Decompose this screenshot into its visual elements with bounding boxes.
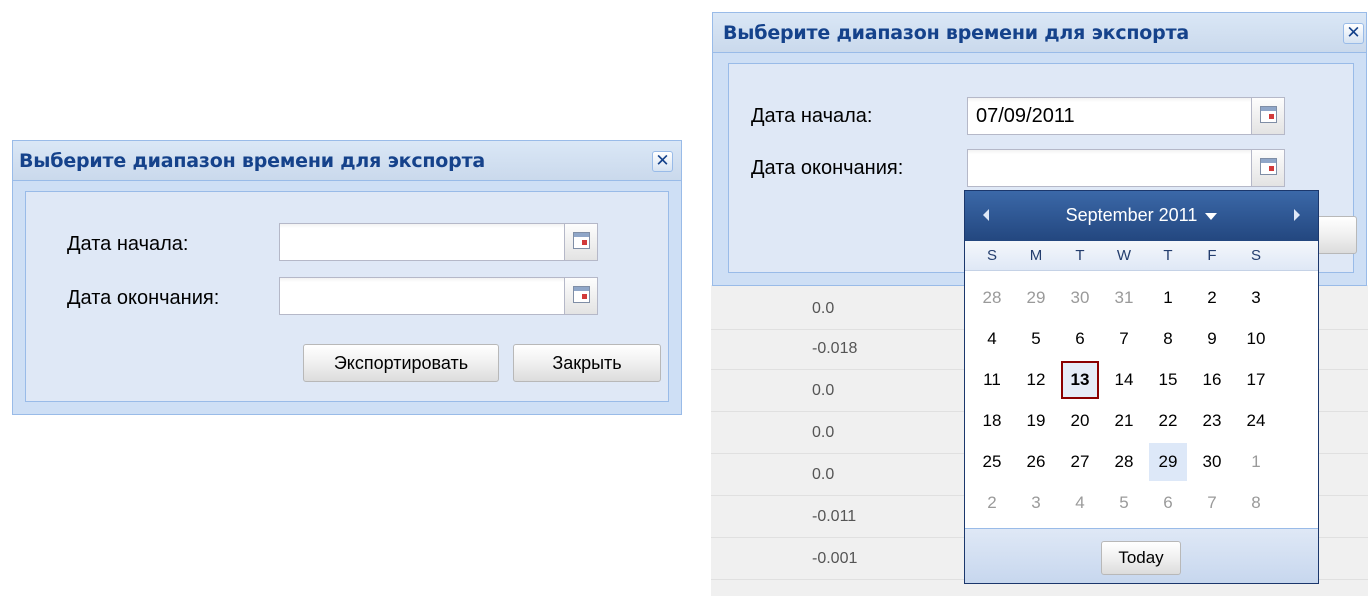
calendar-day[interactable]: 28 xyxy=(973,279,1011,317)
calendar-day[interactable]: 30 xyxy=(1193,443,1231,481)
calendar-day[interactable]: 2 xyxy=(973,484,1011,522)
close-icon[interactable]: ✕ xyxy=(1343,23,1364,44)
grid-value: -0.001 xyxy=(812,550,858,567)
calendar-day[interactable]: 6 xyxy=(1061,320,1099,358)
calendar-day[interactable]: 17 xyxy=(1237,361,1275,399)
close-button[interactable]: Закрыть xyxy=(513,344,661,382)
calendar-icon xyxy=(1260,106,1277,123)
dialog-body: Дата начала: Дата окончания: Экспортиров… xyxy=(25,191,669,402)
month-year-selector[interactable]: September 2011 xyxy=(965,205,1318,226)
grid-value: 0.0 xyxy=(812,424,835,441)
calendar-day[interactable]: 22 xyxy=(1149,402,1187,440)
start-date-label: Дата начала: xyxy=(751,105,873,127)
calendar-day[interactable]: 3 xyxy=(1017,484,1055,522)
calendar-day[interactable]: 4 xyxy=(1061,484,1099,522)
calendar-day[interactable]: 5 xyxy=(1105,484,1143,522)
calendar-day[interactable]: 8 xyxy=(1149,320,1187,358)
month-year-label: September 2011 xyxy=(1065,205,1198,225)
calendar-day[interactable]: 11 xyxy=(973,361,1011,399)
dialog-title: Выберите диапазон времени для экспорта xyxy=(19,150,485,172)
end-date-trigger[interactable] xyxy=(1251,150,1284,186)
start-date-trigger[interactable] xyxy=(1251,98,1284,134)
calendar-day[interactable]: 30 xyxy=(1061,279,1099,317)
calendar-day[interactable]: 13 xyxy=(1061,361,1099,399)
end-date-label: Дата окончания: xyxy=(751,157,904,179)
calendar-day[interactable]: 25 xyxy=(973,443,1011,481)
weekday-header: SMTWTFS xyxy=(965,241,1318,271)
calendar-icon xyxy=(1260,158,1277,175)
calendar-day[interactable]: 29 xyxy=(1017,279,1055,317)
close-icon[interactable]: ✕ xyxy=(652,151,673,172)
weekday-label: W xyxy=(1116,247,1132,264)
calendar-day[interactable]: 18 xyxy=(973,402,1011,440)
calendar-day[interactable]: 8 xyxy=(1237,484,1275,522)
grid-value: -0.018 xyxy=(812,340,858,357)
calendar-day[interactable]: 16 xyxy=(1193,361,1231,399)
weekday-label: M xyxy=(1029,247,1043,264)
calendar-day[interactable]: 10 xyxy=(1237,320,1275,358)
chevron-down-icon xyxy=(1205,212,1218,220)
export-button[interactable]: Экспортировать xyxy=(303,344,499,382)
calendar-day[interactable]: 28 xyxy=(1105,443,1143,481)
calendar-day[interactable]: 26 xyxy=(1017,443,1055,481)
calendar-day[interactable]: 12 xyxy=(1017,361,1055,399)
grid-value: -0.011 xyxy=(812,508,857,525)
weekday-label: T xyxy=(1075,247,1085,264)
weekday-label: F xyxy=(1207,247,1217,264)
calendar-day[interactable]: 19 xyxy=(1017,402,1055,440)
grid-value: 0.0 xyxy=(812,300,835,317)
weekday-label: S xyxy=(986,247,997,264)
calendar-day[interactable]: 7 xyxy=(1105,320,1143,358)
start-date-field[interactable]: 07/09/2011 xyxy=(967,97,1285,135)
date-picker: September 2011 SMTWTFS Today 28 29 30 31 1 2 3… xyxy=(964,190,1319,584)
calendar-day[interactable]: 3 xyxy=(1237,279,1275,317)
calendar-day[interactable]: 9 xyxy=(1193,320,1231,358)
calendar-day[interactable]: 29 xyxy=(1149,443,1187,481)
calendar-day[interactable]: 14 xyxy=(1105,361,1143,399)
calendar-day[interactable]: 15 xyxy=(1149,361,1187,399)
dialog-title: Выберите диапазон времени для экспорта xyxy=(723,22,1189,44)
weekday-label: S xyxy=(1250,247,1261,264)
end-date-trigger[interactable] xyxy=(564,278,597,314)
grid-value: 0.0 xyxy=(812,466,835,483)
grid-value: 0.0 xyxy=(812,382,835,399)
calendar-icon xyxy=(573,286,590,303)
date-picker-footer: Today xyxy=(965,528,1318,583)
calendar-day[interactable]: 5 xyxy=(1017,320,1055,358)
start-date-label: Дата начала: xyxy=(67,233,189,255)
calendar-day[interactable]: 31 xyxy=(1105,279,1143,317)
calendar-icon xyxy=(573,232,590,249)
start-date-value: 07/09/2011 xyxy=(976,105,1075,127)
next-month-icon[interactable] xyxy=(1294,209,1300,221)
start-date-trigger[interactable] xyxy=(564,224,597,260)
today-button[interactable]: Today xyxy=(1101,541,1181,575)
calendar-day[interactable]: 24 xyxy=(1237,402,1275,440)
calendar-day[interactable]: 4 xyxy=(973,320,1011,358)
end-date-field[interactable] xyxy=(967,149,1285,187)
dialog-header[interactable]: Выберите диапазон времени для экспорта ✕ xyxy=(13,141,681,181)
calendar-day[interactable]: 23 xyxy=(1193,402,1231,440)
end-date-label: Дата окончания: xyxy=(67,287,220,309)
export-dialog-empty: Выберите диапазон времени для экспорта ✕… xyxy=(12,140,682,415)
calendar-day[interactable]: 1 xyxy=(1237,443,1275,481)
calendar-day[interactable]: 7 xyxy=(1193,484,1231,522)
dialog-header[interactable]: Выберите диапазон времени для экспорта ✕ xyxy=(713,13,1366,53)
calendar-day[interactable]: 27 xyxy=(1061,443,1099,481)
calendar-day[interactable]: 2 xyxy=(1193,279,1231,317)
start-date-field[interactable] xyxy=(279,223,598,261)
end-date-field[interactable] xyxy=(279,277,598,315)
calendar-day[interactable]: 21 xyxy=(1105,402,1143,440)
weekday-label: T xyxy=(1163,247,1173,264)
date-picker-header: September 2011 xyxy=(965,191,1318,241)
calendar-day[interactable]: 20 xyxy=(1061,402,1099,440)
calendar-day[interactable]: 6 xyxy=(1149,484,1187,522)
calendar-day[interactable]: 1 xyxy=(1149,279,1187,317)
